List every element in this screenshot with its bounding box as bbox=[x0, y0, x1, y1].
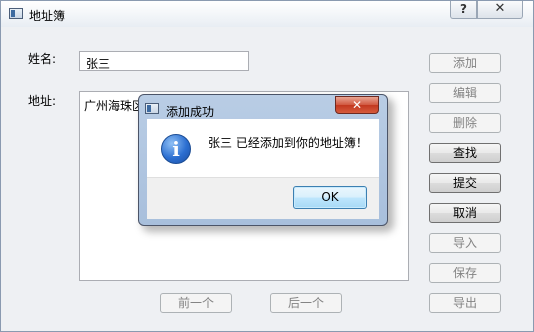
titlebar: 地址簿 ? ✕ bbox=[1, 1, 533, 27]
window-title: 地址簿 bbox=[29, 9, 66, 23]
name-label: 姓名: bbox=[28, 52, 57, 66]
next-button[interactable]: 后一个 bbox=[270, 293, 342, 313]
app-window-icon bbox=[9, 8, 23, 19]
previous-button[interactable]: 前一个 bbox=[160, 293, 232, 313]
save-button[interactable]: 保存 bbox=[429, 263, 501, 283]
dialog-content: i 张三 已经添加到你的地址簿！ bbox=[147, 119, 379, 177]
import-button[interactable]: 导入 bbox=[429, 233, 501, 253]
submit-button[interactable]: 提交 bbox=[429, 173, 501, 193]
dialog-window-icon bbox=[145, 103, 159, 114]
dialog-message: 张三 已经添加到你的地址簿！ bbox=[208, 136, 368, 150]
dialog-close-button[interactable]: ✕ bbox=[335, 96, 379, 114]
help-button[interactable]: ? bbox=[450, 1, 477, 19]
address-label: 地址: bbox=[28, 94, 57, 108]
add-button[interactable]: 添加 bbox=[429, 53, 501, 73]
find-button[interactable]: 查找 bbox=[429, 143, 501, 163]
ok-button[interactable]: OK bbox=[293, 186, 367, 209]
close-button[interactable]: ✕ bbox=[477, 1, 523, 19]
edit-button[interactable]: 编辑 bbox=[429, 83, 501, 103]
dialog-footer: OK bbox=[147, 177, 379, 219]
add-success-dialog: 添加成功 ✕ i 张三 已经添加到你的地址簿！ OK bbox=[138, 94, 388, 226]
export-button[interactable]: 导出 bbox=[429, 293, 501, 313]
dialog-title: 添加成功 bbox=[166, 105, 215, 119]
name-input[interactable]: 张三 bbox=[79, 51, 249, 71]
information-icon: i bbox=[161, 134, 191, 164]
cancel-button[interactable]: 取消 bbox=[429, 203, 501, 223]
delete-button[interactable]: 删除 bbox=[429, 113, 501, 133]
